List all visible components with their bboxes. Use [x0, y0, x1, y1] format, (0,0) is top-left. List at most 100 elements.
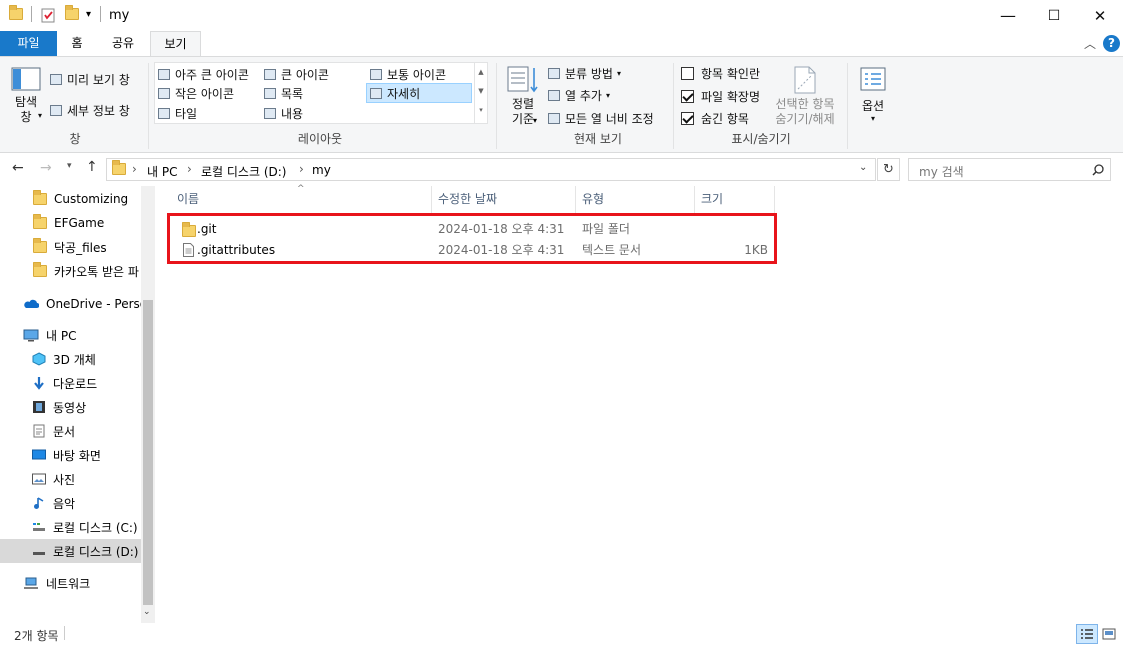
sidebar-scrollbar-thumb[interactable] — [143, 300, 153, 605]
gallery-scroll[interactable]: ▲ ▼ ▾ — [474, 63, 487, 123]
breadcrumb-my[interactable]: my — [312, 163, 331, 177]
layout-extra-large-icons[interactable]: 아주 큰 아이콘 — [158, 66, 249, 83]
large-icons-view-icon — [1102, 628, 1116, 640]
options-button[interactable]: 옵션 ▾ — [856, 67, 890, 123]
tab-home[interactable]: 홈 — [62, 31, 92, 56]
content-icon — [264, 108, 276, 119]
group-divider — [496, 63, 497, 149]
sidebar-item-this-pc[interactable]: 내 PC — [0, 323, 141, 347]
layout-tiles[interactable]: 타일 — [158, 105, 197, 122]
add-columns-icon — [548, 90, 560, 101]
hide-selected-button[interactable]: 선택한 항목 숨기기/해제 — [772, 65, 838, 127]
forward-icon[interactable]: → — [40, 160, 52, 176]
properties-icon[interactable] — [41, 7, 56, 26]
customize-toolbar-icon[interactable]: ▾ — [86, 9, 91, 20]
document-icon — [33, 424, 45, 438]
navigation-pane: Customizing EFGame 닥공_files 카카오톡 받은 파 On… — [0, 186, 155, 623]
layout-small-icons[interactable]: 작은 아이콘 — [158, 85, 234, 102]
help-icon[interactable]: ? — [1103, 35, 1120, 52]
scroll-down-icon[interactable]: ⌄ — [143, 607, 151, 617]
ribbon-tab-bar: 파일 홈 공유 보기 ︿ ? — [0, 31, 1123, 56]
navigation-bar: ← → ▾ ↑ › 내 PC › 로컬 디스크 (D:) › my ⌄ ↻ my… — [0, 156, 1123, 184]
divider — [100, 6, 101, 22]
item-checkboxes-checkbox[interactable] — [681, 67, 694, 80]
layout-content[interactable]: 내용 — [264, 105, 303, 122]
title-bar: ▾ my — ☐ ✕ — [0, 0, 1123, 31]
search-box[interactable]: my 검색 — [908, 158, 1111, 181]
breadcrumb-separator-icon: › — [299, 162, 304, 176]
status-bar: 2개 항목 — [0, 623, 1123, 646]
details-pane-icon — [50, 105, 62, 116]
collapse-ribbon-icon[interactable]: ︿ — [1084, 35, 1096, 52]
sidebar-item-music[interactable]: 음악 — [0, 491, 141, 515]
nav-pane-button[interactable]: 탐색 창 ▾ — [10, 67, 42, 124]
minimize-button[interactable]: — — [985, 0, 1031, 31]
address-folder-icon — [112, 160, 126, 178]
fit-columns-button[interactable]: 모든 열 너비 조정 — [548, 110, 654, 127]
sidebar-item-videos[interactable]: 동영상 — [0, 395, 141, 419]
refresh-icon[interactable]: ↻ — [877, 158, 900, 181]
hidden-items-toggle[interactable]: 숨긴 항목 — [681, 110, 749, 127]
sidebar-item-local-disk-d[interactable]: 로컬 디스크 (D:) — [0, 539, 141, 563]
desktop-icon — [32, 449, 46, 460]
folder-icon — [33, 190, 47, 205]
sidebar-item-efgame[interactable]: EFGame — [0, 211, 141, 235]
hidden-items-checkbox[interactable] — [681, 112, 694, 125]
column-header-name[interactable]: 이름 — [171, 186, 432, 213]
column-header-modified[interactable]: 수정한 날짜 — [432, 186, 576, 213]
column-header-size[interactable]: 크기 — [695, 186, 775, 213]
layout-large-icons[interactable]: 큰 아이콘 — [264, 66, 329, 83]
sidebar-item-dakgong-files[interactable]: 닥공_files — [0, 235, 141, 259]
details-pane-button[interactable]: 세부 정보 창 — [50, 102, 130, 119]
sidebar-item-onedrive[interactable]: OneDrive - Perso — [0, 292, 141, 316]
file-extensions-toggle[interactable]: 파일 확장명 — [681, 88, 760, 105]
group-label-current-view: 현재 보기 — [574, 132, 622, 146]
close-button[interactable]: ✕ — [1077, 0, 1123, 31]
column-header-type[interactable]: 유형 — [576, 186, 695, 213]
layout-medium-icons[interactable]: 보통 아이콘 — [370, 66, 446, 83]
sidebar-item-customizing[interactable]: Customizing — [0, 187, 141, 211]
details-view-button[interactable] — [1076, 624, 1098, 644]
small-icons-icon — [158, 88, 170, 99]
group-divider — [673, 63, 674, 149]
layout-list[interactable]: 목록 — [264, 85, 303, 102]
large-icons-view-button[interactable] — [1100, 625, 1118, 643]
tab-share[interactable]: 공유 — [104, 31, 142, 56]
drive-icon — [33, 552, 45, 555]
sidebar-item-kakaotalk[interactable]: 카카오톡 받은 파 — [0, 259, 141, 283]
new-folder-icon[interactable] — [65, 5, 79, 23]
layout-details[interactable]: 자세히 — [366, 83, 472, 103]
file-extensions-checkbox[interactable] — [681, 90, 694, 103]
back-icon[interactable]: ← — [12, 160, 24, 176]
breadcrumb-local-disk-d[interactable]: 로컬 디스크 (D:) — [201, 163, 286, 180]
item-checkboxes-toggle[interactable]: 항목 확인란 — [681, 65, 760, 82]
fit-columns-icon — [548, 113, 560, 124]
tab-view[interactable]: 보기 — [150, 31, 201, 56]
sidebar-item-local-disk-c[interactable]: 로컬 디스크 (C:) — [0, 515, 141, 539]
tab-file[interactable]: 파일 — [0, 31, 57, 56]
sidebar-item-desktop[interactable]: 바탕 화면 — [0, 443, 141, 467]
maximize-button[interactable]: ☐ — [1031, 0, 1077, 31]
pc-icon — [23, 329, 39, 341]
add-columns-button[interactable]: 열 추가 ▾ — [548, 87, 610, 104]
sidebar-item-documents[interactable]: 문서 — [0, 419, 141, 443]
search-icon — [1092, 164, 1104, 176]
recent-locations-icon[interactable]: ▾ — [67, 161, 72, 171]
group-by-button[interactable]: 분류 방법 ▾ — [548, 65, 621, 82]
search-input[interactable]: my 검색 — [919, 163, 964, 180]
medium-icons-icon — [370, 69, 382, 80]
folder-icon — [33, 214, 47, 229]
address-bar[interactable]: › 내 PC › 로컬 디스크 (D:) › my ⌄ — [106, 158, 876, 181]
sidebar-item-network[interactable]: 네트워크 — [0, 571, 141, 595]
file-explorer-window: ▾ my — ☐ ✕ 파일 홈 공유 보기 ︿ ? 탐색 창 ▾ 미리 보기 창… — [0, 0, 1123, 646]
preview-pane-button[interactable]: 미리 보기 창 — [50, 71, 130, 88]
address-history-icon[interactable]: ⌄ — [859, 162, 867, 173]
up-icon[interactable]: ↑ — [86, 159, 98, 175]
sort-dropdown-icon: ▾ — [533, 116, 538, 125]
extra-large-icons-icon — [158, 69, 170, 80]
sidebar-item-3d-objects[interactable]: 3D 개체 — [0, 347, 141, 371]
sidebar-item-pictures[interactable]: 사진 — [0, 467, 141, 491]
window-folder-icon — [9, 5, 23, 23]
breadcrumb-this-pc[interactable]: 내 PC — [147, 163, 177, 180]
sidebar-item-downloads[interactable]: 다운로드 — [0, 371, 141, 395]
